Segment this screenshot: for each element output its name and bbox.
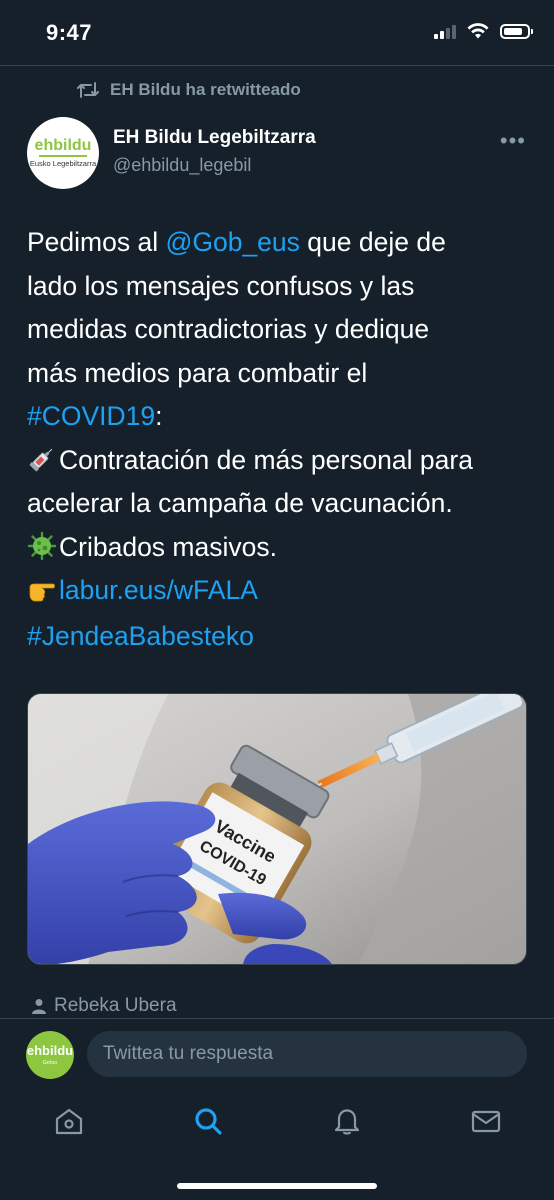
mention-link[interactable]: @Gob_eus — [165, 227, 299, 257]
tweet-text-segment: que deje de — [299, 227, 446, 257]
tweet-line: Contratación de más personal para — [27, 439, 532, 483]
tweet-line: lado los mensajes confusos y las — [27, 270, 415, 301]
cellular-signal-icon — [434, 23, 456, 39]
tweet-media-image[interactable]: Vaccine COVID-19 — [27, 693, 527, 965]
search-icon[interactable] — [192, 1105, 224, 1137]
reply-input[interactable]: Twittea tu respuesta — [87, 1031, 527, 1077]
user-avatar-logo-subtext: Getxo — [42, 1060, 58, 1066]
author-avatar[interactable]: ehbildu Eusko Legebiltzarra — [27, 117, 99, 189]
user-avatar-logo-text: ehbildu — [26, 1043, 74, 1058]
more-icon[interactable]: ••• — [500, 128, 526, 154]
author-handle[interactable]: @ehbildu_legebil — [113, 155, 251, 176]
tweet-text: Pedimos al @Gob_eus que deje de lado los… — [27, 221, 532, 613]
battery-icon — [500, 23, 533, 39]
retweet-icon — [77, 82, 99, 98]
battery-level — [504, 27, 523, 35]
tweet-line: medidas contradictorias y dedique — [27, 314, 430, 344]
messages-envelope-icon[interactable] — [470, 1105, 502, 1137]
syringe-emoji — [29, 448, 53, 471]
status-icons — [434, 22, 533, 40]
tweet-detail-screen: 9:47 EH Bildu ha retwitteado ehbildu Eus… — [0, 0, 554, 1200]
tweet-line: labur.eus/wFALA — [27, 569, 532, 613]
tweet-line: Cribados masivos. — [27, 526, 532, 570]
tweet-line: #COVID19: — [27, 395, 532, 439]
user-avatar[interactable]: ehbildu Getxo — [26, 1031, 74, 1079]
tweet-text-segment: Pedimos al — [27, 227, 166, 257]
tweet-line: más medios para combatir el — [27, 357, 368, 388]
home-icon[interactable] — [53, 1105, 85, 1137]
avatar-logo-text: ehbildu — [34, 137, 92, 154]
pointing-hand-emoji — [29, 583, 55, 602]
tweet-line: Pedimos al @Gob_eus que deje de — [27, 221, 532, 265]
avatar-logo-rule — [39, 155, 87, 157]
status-time: 9:47 — [46, 20, 93, 45]
vaccine-photo: Vaccine COVID-19 — [28, 694, 526, 964]
retweet-label: EH Bildu ha retwitteado — [110, 80, 301, 99]
notifications-bell-icon[interactable] — [331, 1105, 363, 1137]
hashtag-jendeababesteko-link[interactable]: #JendeaBabesteko — [27, 621, 254, 652]
status-bar: 9:47 — [0, 0, 554, 66]
tagged-user-name: Rebeka Ubera — [54, 995, 177, 1016]
tagged-user-row[interactable]: Rebeka Ubera — [32, 995, 177, 1017]
bullet-text: Contratación de más personal para — [59, 444, 473, 475]
author-name[interactable]: EH Bildu Legebiltzarra — [113, 127, 316, 149]
retweet-indicator[interactable]: EH Bildu ha retwitteado — [76, 80, 301, 100]
person-icon — [32, 999, 46, 1014]
url-link[interactable]: labur.eus/wFALA — [59, 575, 258, 605]
wifi-icon — [467, 23, 489, 39]
tweet-text-segment: : — [155, 401, 163, 431]
reply-bar: ehbildu Getxo Twittea tu respuesta — [0, 1019, 554, 1091]
microbe-emoji — [27, 531, 57, 560]
home-indicator — [177, 1183, 377, 1189]
avatar-logo-subtext: Eusko Legebiltzarra — [29, 159, 97, 168]
header-divider — [0, 65, 554, 66]
bullet-text: Cribados masivos. — [59, 531, 277, 562]
hashtag-covid-link[interactable]: #COVID19 — [27, 401, 155, 431]
tweet-line: acelerar la campaña de vacunación. — [27, 488, 453, 518]
